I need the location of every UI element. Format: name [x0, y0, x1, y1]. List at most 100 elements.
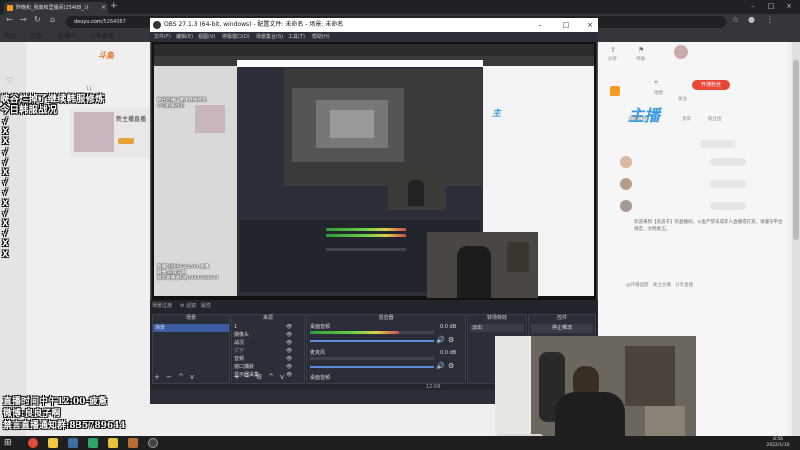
- app-icon-yellow[interactable]: [108, 438, 118, 448]
- event-banner[interactable]: 主播: [628, 102, 688, 150]
- tab-weekly-rank[interactable]: 贡献周榜: [628, 116, 646, 122]
- mixer-track-2-gear-icon[interactable]: ⚙: [448, 362, 454, 370]
- remove-source-icon[interactable]: −: [244, 373, 250, 381]
- menu-help[interactable]: 帮助(H): [312, 32, 330, 42]
- fans-button[interactable]: 开通粉丝: [692, 80, 730, 90]
- tab-fanclub[interactable]: 粉丝团: [708, 116, 722, 122]
- bookmark-baidu[interactable]: 百度: [30, 31, 42, 40]
- menu-tools[interactable]: 工具(T): [288, 32, 305, 42]
- add-source-icon[interactable]: +: [234, 373, 240, 381]
- rank-avatar-2[interactable]: [620, 178, 632, 190]
- close-window-icon[interactable]: ×: [780, 0, 798, 13]
- bookmark-live[interactable]: 直播间: [58, 31, 76, 40]
- menu-scene-collection[interactable]: 场景集合(S): [256, 32, 283, 42]
- menu-icon[interactable]: ⋮: [766, 15, 774, 24]
- match-result: X: [2, 219, 9, 230]
- mixer-track-1-slider[interactable]: [310, 340, 434, 342]
- scene-down-icon[interactable]: v: [190, 373, 194, 381]
- mixer-track-1-gear-icon[interactable]: ⚙: [448, 336, 454, 344]
- scene-up-icon[interactable]: ^: [178, 373, 184, 381]
- menu-view[interactable]: 视图(V): [198, 32, 215, 42]
- scene-item[interactable]: 场景: [153, 324, 229, 332]
- rank-button[interactable]: [700, 140, 736, 148]
- profile-icon[interactable]: ●: [748, 15, 755, 24]
- menu-file[interactable]: 文件(F): [154, 32, 171, 42]
- source-item-5[interactable]: 音频: [234, 355, 284, 363]
- obs-taskbar-icon[interactable]: [148, 438, 158, 448]
- remove-scene-icon[interactable]: −: [166, 373, 172, 381]
- close-tab-icon[interactable]: ×: [101, 2, 106, 14]
- overlay-line-2: 今日韩服战况: [0, 105, 58, 116]
- stream-overlay-top: 峡谷烂掉了继续韩服修炼 今日韩服战况: [0, 94, 118, 116]
- source-item-1[interactable]: 1: [234, 323, 284, 331]
- start-menu-icon[interactable]: ⊞: [4, 438, 12, 448]
- report-icon[interactable]: ⚑: [638, 46, 644, 54]
- speaker-icon[interactable]: 🔊: [436, 336, 445, 344]
- source-up-icon[interactable]: ^: [268, 373, 274, 381]
- chat-link-share[interactable]: 分享直播: [675, 283, 693, 288]
- match-result: X: [2, 239, 9, 250]
- star-icon[interactable]: ☆: [732, 15, 739, 24]
- transition-select[interactable]: 淡出: [470, 324, 524, 332]
- page-scroll-thumb[interactable]: [793, 60, 799, 240]
- obs-status-time: 12:56: [426, 384, 441, 390]
- steam-icon[interactable]: [68, 438, 78, 448]
- bookmark-douyu[interactable]: 斗鱼直播: [90, 31, 114, 40]
- source-down-icon[interactable]: v: [280, 373, 284, 381]
- browser-tab[interactable]: 昨晚和_我离和里播间(25408_斗 ×: [4, 2, 108, 14]
- clock-date: 2022/1/10: [766, 443, 790, 448]
- add-scene-icon[interactable]: +: [154, 373, 160, 381]
- app-icon-brown[interactable]: [128, 438, 138, 448]
- source-settings-icon[interactable]: ⚙: [256, 373, 262, 381]
- dock-tab-transition[interactable]: 场景过渡: [152, 303, 172, 309]
- maximize-icon[interactable]: □: [762, 0, 780, 13]
- system-clock[interactable]: 8:56 2022/1/10: [760, 436, 796, 450]
- heart-icon[interactable]: ♡: [6, 76, 18, 86]
- app-icon-green[interactable]: [88, 438, 98, 448]
- match-result: X: [2, 249, 9, 260]
- streamer-avatar[interactable]: [674, 45, 688, 59]
- dock-tab-filters[interactable]: 滤镜: [186, 303, 196, 309]
- source-item-2[interactable]: 摄像头: [234, 331, 284, 339]
- rank-avatar-1[interactable]: [620, 156, 632, 168]
- minimize-icon[interactable]: –: [744, 0, 762, 13]
- mixer-track-2-db: 0.0 dB: [440, 350, 457, 356]
- home-icon[interactable]: ⌂: [50, 15, 55, 24]
- nested-overlay-line-2: 今日韩服战况: [157, 103, 184, 109]
- reload-icon[interactable]: ↻: [34, 15, 41, 24]
- tab-vip[interactable]: 贵宾: [682, 116, 691, 122]
- douyu-logo[interactable]: 斗鱼: [98, 50, 126, 60]
- new-tab-icon[interactable]: +: [110, 1, 118, 11]
- source-visibility-icons[interactable]: 👁 👁 👁 👁 👁 👁 👁: [286, 323, 292, 379]
- bookmark-apps[interactable]: 应用: [4, 31, 16, 40]
- menu-edit[interactable]: 编辑(E): [176, 32, 193, 42]
- dock-tab-properties[interactable]: 属性: [201, 303, 211, 309]
- match-result: √: [2, 157, 8, 168]
- obs-close-icon[interactable]: ×: [580, 18, 600, 32]
- source-item-4[interactable]: 文字: [234, 347, 284, 355]
- obs-minimize-icon[interactable]: –: [530, 18, 550, 32]
- explorer-icon[interactable]: [48, 438, 58, 448]
- chat-link-remind[interactable]: @开播提醒: [626, 283, 649, 288]
- rank-tag-1: [710, 158, 746, 166]
- chrome-icon[interactable]: [28, 438, 38, 448]
- share-icon[interactable]: ⇪: [610, 46, 616, 54]
- forward-icon[interactable]: →: [20, 15, 27, 24]
- chat-link-follow[interactable]: 关注主播: [653, 283, 671, 288]
- source-item-6[interactable]: 窗口捕获: [234, 363, 284, 371]
- mixer-track-2-slider[interactable]: [310, 366, 434, 368]
- nested-streamer-figure: [457, 246, 491, 298]
- gear-icon[interactable]: ⚙: [180, 303, 184, 309]
- location-icon[interactable]: ⌖: [654, 78, 658, 87]
- menu-docks[interactable]: 停靠窗口(D): [222, 32, 250, 42]
- obs-maximize-icon[interactable]: □: [556, 18, 576, 32]
- rank-avatar-3[interactable]: [620, 200, 632, 212]
- match-result: √: [2, 147, 8, 158]
- rank-tag-2: [710, 180, 746, 188]
- stop-stream-button[interactable]: 停止推流: [531, 324, 593, 333]
- speaker-icon-2[interactable]: 🔊: [436, 362, 445, 370]
- back-icon[interactable]: ←: [6, 15, 13, 24]
- windows-taskbar: [0, 436, 800, 450]
- source-item-3[interactable]: 战况: [234, 339, 284, 347]
- webcam-shelf: [625, 346, 675, 406]
